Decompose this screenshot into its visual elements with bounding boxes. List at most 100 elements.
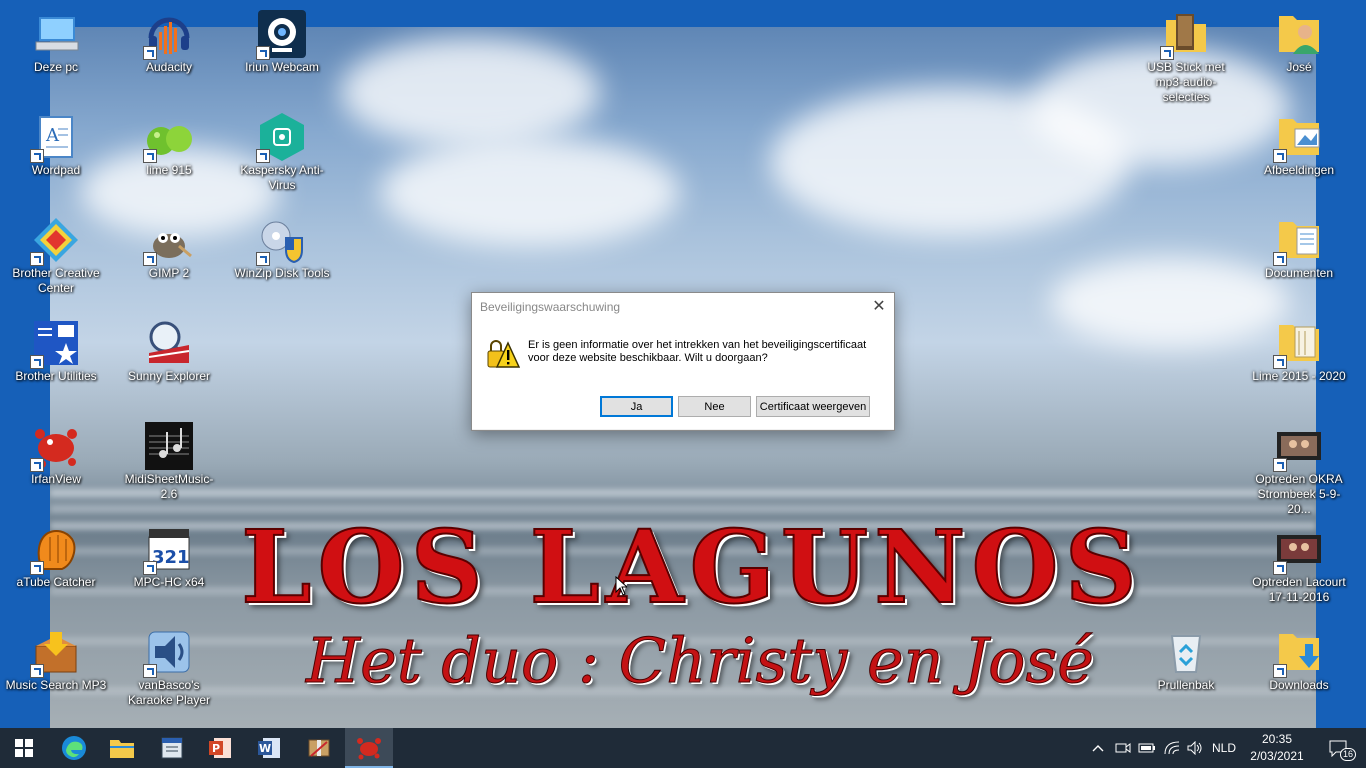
shortcut-arrow-icon: [1273, 458, 1287, 472]
documents-folder-icon: [1273, 216, 1323, 266]
winzip-icon: [256, 216, 306, 266]
taskbar-winzip[interactable]: [295, 728, 343, 768]
desktop-icon-atube-catcher[interactable]: aTube Catcher: [2, 517, 110, 613]
webcam-icon: [256, 10, 306, 60]
desktop-icon-usb-stick[interactable]: USB Stick met mp3-audio-selecties: [1132, 2, 1240, 104]
desktop-icon-mpc-hc[interactable]: 321 MPC-HC x64: [115, 517, 223, 613]
taskbar-irfanview[interactable]: [345, 728, 393, 768]
battery-icon: [1138, 743, 1155, 753]
karaoke-icon: [143, 628, 193, 678]
desktop-icon-brother-creative-center[interactable]: Brother Creative Center: [2, 208, 110, 304]
taskbar-powerpoint[interactable]: P: [196, 728, 244, 768]
winzip-icon: [308, 739, 330, 757]
poster-title: LOS LAGUNOS: [240, 507, 1143, 627]
desktop-icon-optreden-okra[interactable]: Optreden OKRA Strombeek 5-9-20...: [1245, 414, 1353, 516]
desktop-icon-irfanview[interactable]: IrfanView: [2, 414, 110, 510]
action-center-button[interactable]: 16: [1318, 728, 1358, 768]
desktop-icon-sunny-explorer[interactable]: Sunny Explorer: [115, 311, 223, 407]
shortcut-arrow-icon: [30, 664, 44, 678]
poster-subtitle: Het duo : Christy en José: [306, 624, 1095, 698]
tray-network[interactable]: [1160, 728, 1184, 768]
desktop-icon-gimp-2[interactable]: GIMP 2: [115, 208, 223, 304]
clock-time: 20:35: [1261, 732, 1293, 746]
close-icon[interactable]: ✕: [864, 293, 894, 321]
desktop-icon-documenten[interactable]: Documenten: [1245, 208, 1353, 304]
desktop-icon-midisheetmusic[interactable]: MidiSheetMusic-2.6: [115, 414, 223, 510]
dialog-titlebar[interactable]: Beveiligingswaarschuwing ✕: [472, 293, 894, 321]
recycle-bin-icon: [1162, 628, 1210, 676]
pictures-folder-icon: [1273, 113, 1323, 163]
shortcut-arrow-icon: [30, 149, 44, 163]
video-icon: [1273, 422, 1323, 472]
lime-icon: [143, 113, 193, 163]
desktop-icon-deze-pc[interactable]: Deze pc: [2, 2, 110, 98]
shortcut-arrow-icon: [30, 355, 44, 369]
desktop-icon-jose[interactable]: José: [1245, 2, 1353, 98]
tray-battery[interactable]: [1136, 728, 1158, 768]
svg-text:321: 321: [152, 547, 190, 568]
desktop-icon-lime-2015-2020[interactable]: Lime 2015 - 2020: [1245, 311, 1353, 407]
audacity-icon: [143, 10, 193, 60]
desktop-icon-afbeeldingen[interactable]: Afbeeldingen: [1245, 105, 1353, 201]
shortcut-arrow-icon: [256, 46, 270, 60]
kaspersky-icon: [256, 113, 306, 163]
show-hidden-icons-button[interactable]: [1088, 728, 1108, 768]
start-button[interactable]: [0, 728, 48, 768]
no-button[interactable]: Nee: [678, 396, 751, 417]
shortcut-arrow-icon: [256, 149, 270, 163]
shortcut-arrow-icon: [30, 252, 44, 266]
shortcut-arrow-icon: [256, 252, 270, 266]
tray-meet-now[interactable]: [1112, 728, 1134, 768]
folder-icon: [1273, 319, 1323, 369]
desktop-icon-optreden-lacourt[interactable]: Optreden Lacourt 17-11-2016: [1245, 517, 1353, 613]
tray-language[interactable]: NLD: [1208, 728, 1240, 768]
shortcut-arrow-icon: [30, 561, 44, 575]
tray-clock[interactable]: 20:35 2/03/2021: [1244, 731, 1310, 765]
video-icon: [1273, 525, 1323, 575]
shortcut-arrow-icon: [143, 252, 157, 266]
desktop-icon-audacity[interactable]: Audacity: [115, 2, 223, 98]
shortcut-arrow-icon: [1160, 46, 1174, 60]
computer-icon: [32, 10, 80, 58]
desktop-icon-iriun-webcam[interactable]: Iriun Webcam: [228, 2, 336, 98]
desktop: LOS LAGUNOS Het duo : Christy en José De…: [0, 0, 1366, 728]
desktop-icon-wordpad[interactable]: A Wordpad: [2, 105, 110, 201]
yes-button[interactable]: Ja: [600, 396, 673, 417]
shortcut-arrow-icon: [30, 458, 44, 472]
desktop-icon-prullenbak[interactable]: Prullenbak: [1132, 620, 1240, 716]
shortcut-arrow-icon: [143, 664, 157, 678]
shortcut-arrow-icon: [1273, 355, 1287, 369]
powerpoint-icon: P: [209, 738, 231, 758]
wordpad-icon: A: [30, 113, 80, 163]
taskbar-word[interactable]: W: [245, 728, 293, 768]
taskbar-edge[interactable]: [50, 728, 98, 768]
tray-volume[interactable]: [1184, 728, 1206, 768]
start-icon: [15, 739, 33, 757]
shortcut-arrow-icon: [1273, 664, 1287, 678]
gimp-icon: [143, 216, 193, 266]
mpc-hc-icon: 321: [143, 525, 193, 575]
desktop-icon-lime-915[interactable]: lime 915: [115, 105, 223, 201]
user-folder-icon: [1275, 10, 1323, 58]
file-explorer-icon: [110, 740, 134, 758]
downloads-folder-icon: [1273, 628, 1323, 678]
desktop-icon-music-search-mp3[interactable]: Music Search MP3: [2, 620, 110, 716]
svg-text:W: W: [259, 742, 271, 755]
taskbar-app[interactable]: [148, 728, 196, 768]
shortcut-arrow-icon: [1273, 252, 1287, 266]
app-icon: [161, 737, 183, 759]
shortcut-arrow-icon: [143, 561, 157, 575]
desktop-icon-brother-utilities[interactable]: Brother Utilities: [2, 311, 110, 407]
desktop-icon-downloads[interactable]: Downloads: [1245, 620, 1353, 716]
view-certificate-button[interactable]: Certificaat weergeven: [756, 396, 870, 417]
edge-icon: [62, 736, 86, 760]
camera-icon: [1115, 743, 1131, 753]
desktop-icon-vanbasco-karaoke[interactable]: vanBasco's Karaoke Player: [115, 620, 223, 716]
svg-text:A: A: [45, 125, 60, 146]
desktop-icon-kaspersky[interactable]: Kaspersky Anti-Virus: [228, 105, 336, 201]
security-warning-icon: [486, 337, 521, 371]
desktop-icon-winzip-disk-tools[interactable]: WinZip Disk Tools: [228, 208, 336, 304]
taskbar: P W NLD 20:35 2/03/2021 16: [0, 728, 1366, 768]
dialog-title: Beveiligingswaarschuwing: [480, 300, 621, 314]
taskbar-file-explorer[interactable]: [98, 728, 146, 768]
